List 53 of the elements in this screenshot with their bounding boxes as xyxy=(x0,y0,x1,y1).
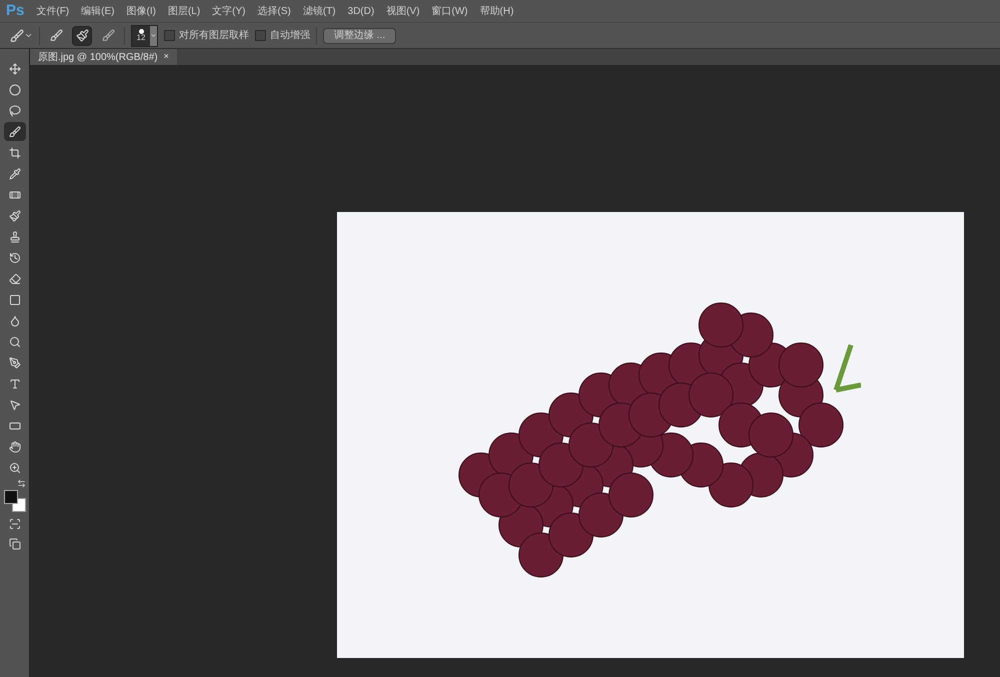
menu-item[interactable]: 文字(Y) xyxy=(206,4,252,18)
quick-mask-icon[interactable] xyxy=(8,518,20,530)
lasso-icon xyxy=(8,104,20,116)
menu-item[interactable]: 帮助(H) xyxy=(474,4,520,18)
checkbox[interactable] xyxy=(255,30,266,41)
document-tab[interactable]: 原图.jpg @ 100%(RGB/8#) × xyxy=(30,49,177,65)
pointer-icon xyxy=(8,398,20,410)
brush-size: 12 xyxy=(136,34,146,42)
hand-icon xyxy=(8,440,20,452)
brush-size-picker[interactable]: 12 xyxy=(131,24,158,46)
menu-item[interactable]: 3D(D) xyxy=(342,4,380,18)
droplet-icon xyxy=(8,314,20,326)
tool-button[interactable] xyxy=(4,122,26,141)
checkbox-label: 对所有图层取样 xyxy=(179,28,249,43)
rectangle-icon xyxy=(8,420,20,432)
menu-item[interactable]: 图像(I) xyxy=(120,4,162,18)
eyedropper-icon xyxy=(8,168,20,180)
menu-item[interactable]: 窗口(W) xyxy=(426,4,474,18)
bandage-icon xyxy=(8,188,20,200)
zoom-icon xyxy=(8,462,20,474)
paintbrush-icon xyxy=(76,29,88,42)
caret-icon xyxy=(150,32,157,39)
brush-icon xyxy=(102,29,114,42)
menu-item[interactable]: 选择(S) xyxy=(252,4,297,18)
checkbox-label: 自动增强 xyxy=(270,29,310,43)
brush-icon xyxy=(8,126,20,138)
menu-item[interactable]: 滤镜(T) xyxy=(296,4,342,18)
screen-mode-icon[interactable] xyxy=(8,538,20,550)
menu-item[interactable]: 编辑(E) xyxy=(75,4,120,18)
crop-icon xyxy=(8,146,20,158)
caret-icon xyxy=(24,31,33,40)
close-tab-button[interactable]: × xyxy=(164,50,169,64)
checkbox[interactable] xyxy=(164,30,175,41)
selection-mode-button[interactable] xyxy=(72,26,92,46)
tool-preset-picker[interactable] xyxy=(10,28,33,42)
paintbrush-icon xyxy=(8,210,20,222)
menu-item[interactable]: 图层(L) xyxy=(162,4,206,18)
menu-item[interactable]: 文件(F) xyxy=(30,4,76,18)
history-icon xyxy=(8,252,20,264)
swap-colors-icon xyxy=(17,479,26,488)
refine-edge-button[interactable]: 调整边缘 ... xyxy=(323,28,396,44)
pen-icon xyxy=(8,356,20,368)
color-swatches-drawing[interactable] xyxy=(4,490,26,512)
document-title: 原图.jpg @ 100%(RGB/8#) xyxy=(38,50,158,64)
app-logo: Ps xyxy=(5,0,26,21)
brush-icon xyxy=(10,28,24,42)
brush-icon xyxy=(50,29,62,42)
menu-item[interactable]: 视图(V) xyxy=(380,4,426,18)
eraser-icon xyxy=(8,272,20,284)
stamp-icon xyxy=(8,230,20,242)
move-icon xyxy=(8,62,20,74)
ellipse-marquee-icon xyxy=(8,84,20,96)
type-icon xyxy=(8,378,20,390)
